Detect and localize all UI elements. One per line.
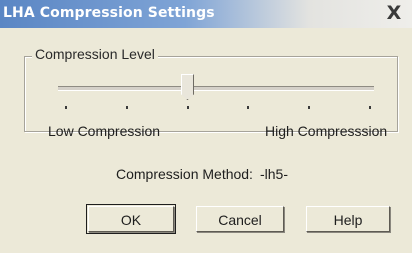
cancel-button[interactable]: Cancel	[196, 206, 284, 232]
low-compression-label: Low Compression	[48, 123, 161, 139]
slider-tick	[308, 106, 310, 109]
close-icon[interactable]: X	[384, 3, 404, 23]
slider-tick	[369, 106, 371, 109]
slider-tick	[187, 106, 189, 109]
help-button[interactable]: Help	[306, 206, 390, 232]
compression-slider-track[interactable]	[58, 86, 374, 91]
window-title: LHA Compression Settings	[3, 5, 215, 21]
slider-tick	[126, 106, 128, 109]
high-compression-label: High Compresssion	[265, 123, 388, 139]
compression-method-label: Compression Method:	[116, 166, 253, 182]
slider-tick	[65, 106, 67, 109]
slider-tick	[247, 106, 249, 109]
title-bar[interactable]: LHA Compression Settings X	[0, 0, 412, 28]
ok-button[interactable]: OK	[86, 204, 176, 234]
compression-level-label: Compression Level	[32, 46, 158, 62]
compression-method-value: -lh5-	[260, 166, 289, 182]
compression-level-group	[24, 56, 398, 132]
